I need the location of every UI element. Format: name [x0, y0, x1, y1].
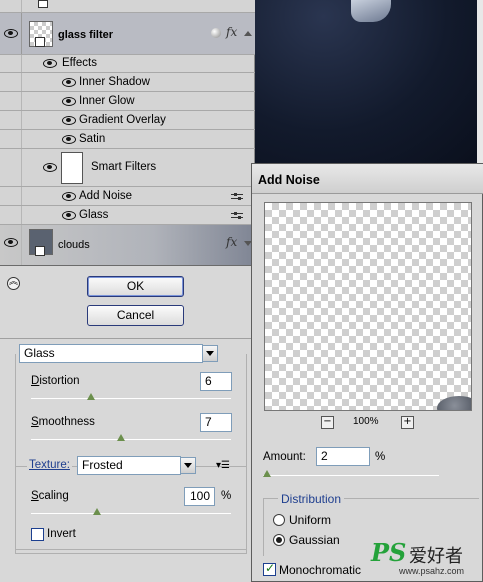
amount-field[interactable]: 2: [316, 447, 370, 466]
smart-filters-eye-icon[interactable]: [43, 163, 57, 172]
uniform-radio[interactable]: [273, 514, 285, 526]
inner-glow-label: Inner Glow: [79, 95, 135, 107]
layer-row-gradient-overlay[interactable]: Gradient Overlay: [0, 111, 255, 130]
gaussian-label: Gaussian: [289, 533, 340, 547]
glass-label: Glass: [79, 209, 109, 221]
layer-row-inner-glow[interactable]: Inner Glow: [0, 92, 255, 111]
noise-preview[interactable]: [264, 202, 472, 411]
smoothness-slider-knob[interactable]: [117, 434, 125, 441]
preview-image-fragment: [437, 396, 471, 410]
canvas-frame-edge: [477, 0, 483, 165]
amount-unit: %: [375, 451, 386, 463]
texture-select-chevron-down-icon[interactable]: [180, 457, 196, 474]
layer-row-add-noise[interactable]: Add Noise: [0, 187, 255, 206]
clouds-eye-icon[interactable]: [4, 238, 18, 247]
blending-options-icon[interactable]: [231, 211, 243, 220]
texture-select[interactable]: Frosted: [77, 456, 181, 475]
watermark-url: www.psahz.com: [399, 566, 465, 576]
smart-filter-badge-icon: [211, 28, 221, 38]
clouds-label[interactable]: clouds: [58, 239, 90, 251]
smart-filters-label: Smart Filters: [91, 161, 157, 173]
add-noise-eye-icon[interactable]: [62, 192, 76, 201]
invert-label: Invert: [47, 528, 76, 540]
visibility-eye-icon[interactable]: [4, 29, 18, 38]
effects-label: Effects: [62, 57, 97, 69]
blending-options-icon[interactable]: [231, 192, 243, 201]
distortion-slider-track[interactable]: [31, 398, 231, 399]
inner-glow-eye-icon[interactable]: [62, 97, 76, 106]
layer-name[interactable]: glass filter: [58, 29, 113, 41]
amount-slider-track[interactable]: [263, 475, 439, 476]
add-noise-dialog: Add Noise − 100% + Amount: 2 % Distribut…: [251, 163, 483, 582]
smart-object-icon: [35, 246, 45, 256]
zoom-in-button[interactable]: +: [401, 416, 414, 429]
distribution-heading: Distribution: [278, 492, 345, 506]
monochromatic-checkbox[interactable]: [263, 561, 276, 576]
texture-menu-icon[interactable]: ▾☰: [216, 461, 230, 471]
glass-filter-dialog: ︽ OK Cancel Glass Distortion 6 Smoothnes…: [0, 265, 251, 582]
gradient-overlay-eye-icon[interactable]: [62, 116, 76, 125]
layer-row-clouds[interactable]: clouds fx: [0, 225, 255, 265]
uniform-label: Uniform: [289, 513, 332, 527]
divider: [0, 338, 251, 339]
layer-row-glass-filter[interactable]: glass filter fx: [0, 13, 255, 55]
watermark-cn-text: 爱好者: [409, 546, 463, 567]
layer-row-effects[interactable]: Effects: [0, 55, 255, 73]
smoothness-label: Smoothness: [31, 416, 95, 428]
gaussian-radio[interactable]: [273, 534, 285, 546]
layer-row-glass[interactable]: Glass: [0, 206, 255, 225]
distortion-field[interactable]: 6: [200, 372, 232, 391]
gradient-overlay-label: Gradient Overlay: [79, 114, 166, 126]
photo-hand-highlight: [351, 0, 391, 22]
inner-shadow-label: Inner Shadow: [79, 76, 150, 88]
layer-row-previous[interactable]: [0, 0, 255, 13]
collapse-arrow-icon[interactable]: [244, 31, 252, 36]
scaling-label: Scaling: [31, 490, 69, 502]
glass-eye-icon[interactable]: [62, 211, 76, 220]
smart-object-icon: [35, 37, 45, 47]
add-noise-title[interactable]: Add Noise: [252, 164, 483, 194]
distortion-slider-knob[interactable]: [87, 393, 95, 400]
fx-icon[interactable]: fx: [226, 235, 237, 249]
layer-row-smart-filters[interactable]: Smart Filters: [0, 149, 255, 187]
invert-checkbox[interactable]: [31, 528, 44, 541]
satin-label: Satin: [79, 133, 106, 145]
cancel-button[interactable]: Cancel: [87, 305, 184, 326]
layer-row-satin[interactable]: Satin: [0, 130, 255, 149]
document-canvas-photo: [255, 0, 483, 165]
fx-icon[interactable]: fx: [226, 25, 237, 39]
smart-filter-mask-thumbnail: [61, 152, 83, 184]
layer-row-inner-shadow[interactable]: Inner Shadow: [0, 73, 255, 92]
scaling-field[interactable]: 100: [184, 487, 215, 506]
effects-eye-icon[interactable]: [43, 59, 57, 68]
zoom-level: 100%: [353, 416, 379, 427]
collapse-double-chevron-icon[interactable]: ︽: [7, 277, 20, 290]
texture-label: Texture:: [27, 459, 72, 471]
distortion-label: Distortion: [31, 375, 80, 387]
amount-slider-knob[interactable]: [262, 470, 271, 477]
layer-mask-icon: [38, 0, 48, 8]
add-noise-label: Add Noise: [79, 190, 133, 202]
inner-shadow-eye-icon[interactable]: [62, 78, 76, 87]
scaling-slider-track[interactable]: [31, 513, 231, 514]
monochromatic-label: Monochromatic: [279, 563, 362, 577]
layers-panel: glass filter fx Effects Inner Shadow Inn…: [0, 0, 255, 265]
scaling-slider-knob[interactable]: [93, 508, 101, 515]
zoom-out-button[interactable]: −: [321, 416, 334, 429]
smoothness-slider-track[interactable]: [31, 439, 231, 440]
watermark-ps-logo: PS: [371, 538, 407, 567]
scaling-unit: %: [221, 490, 232, 502]
site-watermark-logo: PS 爱好者 www.psahz.com: [365, 538, 480, 580]
smoothness-field[interactable]: 7: [200, 413, 232, 432]
ok-button[interactable]: OK: [87, 276, 184, 297]
satin-eye-icon[interactable]: [62, 135, 76, 144]
amount-label: Amount:: [263, 451, 306, 463]
